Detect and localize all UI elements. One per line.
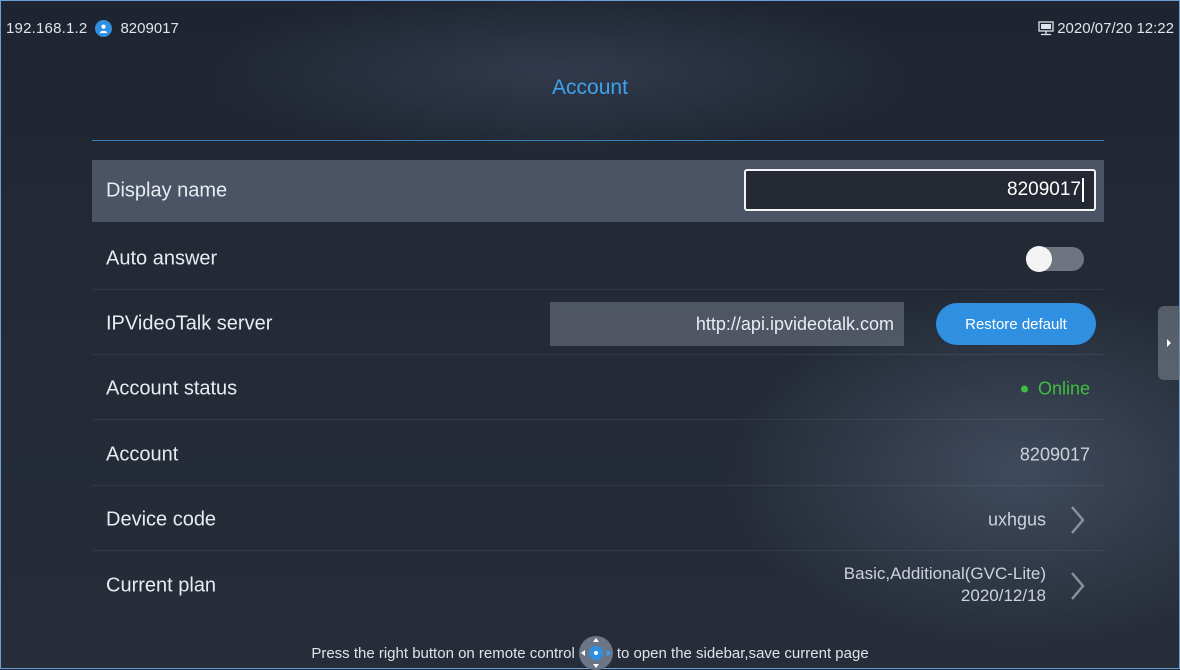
current-plan-label: Current plan <box>106 574 217 597</box>
sidebar-handle[interactable] <box>1158 306 1180 380</box>
restore-default-button[interactable]: Restore default <box>936 303 1096 345</box>
account-status-label: Account status <box>106 377 238 399</box>
server-label: IPVideoTalk server <box>106 312 273 334</box>
account-number: 8209017 <box>120 20 179 37</box>
current-plan-row[interactable]: Current plan Basic,Additional(GVC-Lite) … <box>92 555 1104 617</box>
device-code-value: uxhgus <box>987 509 1046 529</box>
account-status-row: Account status Online <box>92 358 1104 420</box>
page-title: Account <box>552 76 628 99</box>
plan-name: Basic,Additional(GVC-Lite) <box>843 564 1046 583</box>
ip-address: 192.168.1.2 <box>6 20 88 37</box>
account-value: 8209017 <box>1019 444 1090 464</box>
hint-bar: Press the right button on remote control… <box>0 636 1180 670</box>
account-status-text: Online <box>1037 378 1090 398</box>
auto-answer-row[interactable]: Auto answer <box>92 228 1104 290</box>
chevron-right-icon <box>1066 569 1088 603</box>
remote-dpad-icon <box>578 636 613 670</box>
server-value: http://api.ipvideotalk.com <box>695 313 894 334</box>
device-code-label: Device code <box>106 508 217 530</box>
arrow-right-icon <box>1167 339 1171 347</box>
hint-text-before: Press the right button on remote control <box>311 644 575 662</box>
account-status-value: Online <box>1020 378 1090 399</box>
title-divider <box>92 140 1104 141</box>
account-row: Account 8209017 <box>92 424 1104 486</box>
user-icon <box>95 20 113 37</box>
chevron-right-icon <box>1066 503 1088 537</box>
text-cursor <box>1082 178 1084 202</box>
current-plan-value: Basic,Additional(GVC-Lite) 2020/12/18 <box>844 563 1046 607</box>
auto-answer-label: Auto answer <box>106 247 218 269</box>
display-name-label: Display name <box>106 179 228 202</box>
account-label: Account <box>106 443 179 465</box>
hint-text-after: to open the sidebar,save current page <box>616 644 869 662</box>
display-name-input[interactable]: 8209017 <box>744 169 1096 211</box>
server-row: IPVideoTalk server http://api.ipvideotal… <box>92 293 1104 355</box>
auto-answer-toggle[interactable] <box>1026 246 1084 272</box>
network-icon <box>1038 21 1054 36</box>
display-name-row[interactable]: Display name 8209017 <box>92 160 1104 222</box>
toggle-knob <box>1026 246 1052 272</box>
server-input[interactable]: http://api.ipvideotalk.com <box>550 302 904 346</box>
plan-expiry: 2020/12/18 <box>960 586 1046 605</box>
online-dot-icon <box>1020 385 1028 392</box>
status-bar-left: 192.168.1.2 8209017 <box>6 20 179 37</box>
device-code-row[interactable]: Device code uxhgus <box>92 489 1104 551</box>
display-name-value: 8209017 <box>1007 179 1081 200</box>
status-bar-right: 2020/07/20 12:22 <box>1038 20 1174 37</box>
datetime: 2020/07/20 12:22 <box>1057 20 1174 37</box>
